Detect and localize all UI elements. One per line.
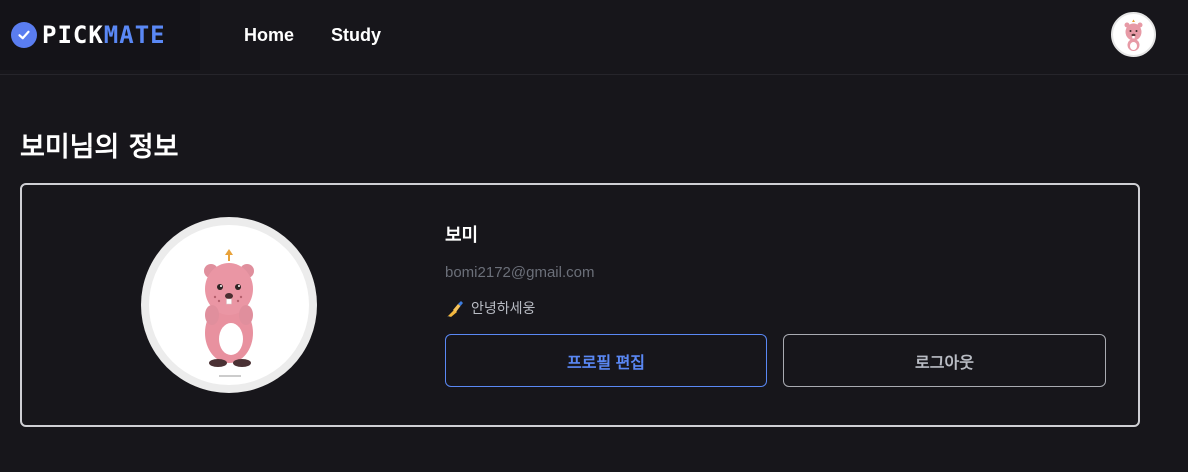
logo-text: PICKMATE bbox=[42, 20, 166, 50]
logo-text-pick: PICK bbox=[42, 21, 104, 49]
logo[interactable]: PICKMATE bbox=[0, 0, 200, 70]
edit-profile-button[interactable]: 프로필 편집 bbox=[445, 334, 767, 387]
check-badge-icon bbox=[11, 22, 37, 48]
user-avatar[interactable] bbox=[1111, 12, 1156, 57]
writing-hand-icon bbox=[445, 299, 465, 319]
page-title: 보미님의 정보 bbox=[20, 132, 179, 163]
profile-name: 보미 bbox=[445, 225, 479, 246]
top-navigation-bar: PICKMATE Home Study bbox=[0, 0, 1188, 75]
nav-study-link[interactable]: Study bbox=[331, 24, 381, 46]
profile-bio-text: 안녕하세웅 bbox=[471, 301, 536, 317]
profile-bio: 안녕하세웅 bbox=[445, 298, 535, 320]
beaver-avatar-icon bbox=[1124, 19, 1143, 51]
profile-photo-frame bbox=[149, 225, 309, 385]
profile-email: bomi2172@gmail.com bbox=[445, 264, 595, 281]
nav-home-link[interactable]: Home bbox=[244, 24, 294, 46]
beaver-character-image bbox=[204, 249, 254, 377]
logout-button[interactable]: 로그아웃 bbox=[783, 334, 1106, 387]
profile-photo bbox=[141, 217, 317, 393]
logo-text-mate: MATE bbox=[103, 21, 166, 49]
